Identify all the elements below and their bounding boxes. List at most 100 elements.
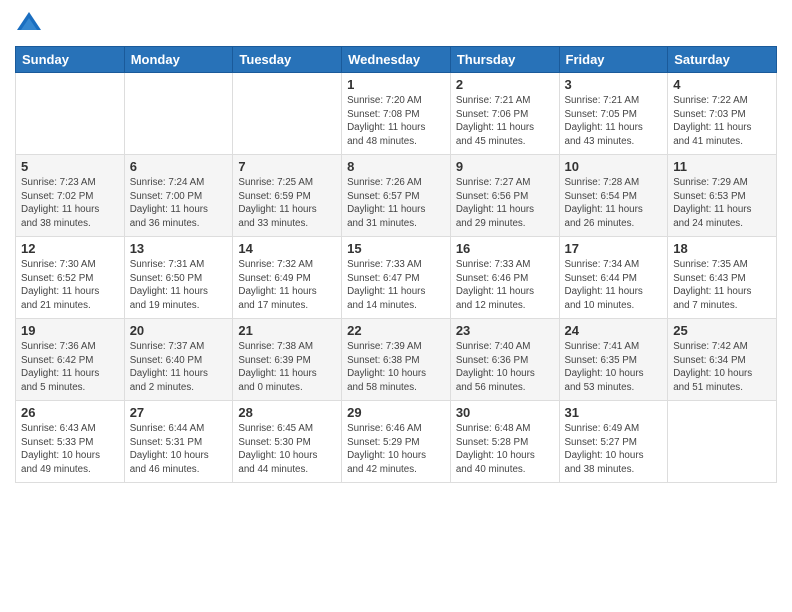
day-info: Sunrise: 7:20 AM Sunset: 7:08 PM Dayligh… bbox=[347, 94, 445, 149]
day-info: Sunrise: 6:49 AM Sunset: 5:27 PM Dayligh… bbox=[565, 422, 663, 477]
day-number: 31 bbox=[565, 405, 663, 420]
calendar-cell: 18Sunrise: 7:35 AM Sunset: 6:43 PM Dayli… bbox=[668, 237, 777, 319]
weekday-row: SundayMondayTuesdayWednesdayThursdayFrid… bbox=[16, 47, 777, 73]
day-info: Sunrise: 7:21 AM Sunset: 7:05 PM Dayligh… bbox=[565, 94, 663, 149]
calendar: SundayMondayTuesdayWednesdayThursdayFrid… bbox=[15, 46, 777, 483]
day-info: Sunrise: 6:48 AM Sunset: 5:28 PM Dayligh… bbox=[456, 422, 554, 477]
day-info: Sunrise: 7:22 AM Sunset: 7:03 PM Dayligh… bbox=[673, 94, 771, 149]
day-number: 1 bbox=[347, 77, 445, 92]
calendar-cell bbox=[233, 73, 342, 155]
day-info: Sunrise: 6:46 AM Sunset: 5:29 PM Dayligh… bbox=[347, 422, 445, 477]
calendar-cell: 9Sunrise: 7:27 AM Sunset: 6:56 PM Daylig… bbox=[450, 155, 559, 237]
day-number: 20 bbox=[130, 323, 228, 338]
weekday-header: Monday bbox=[124, 47, 233, 73]
day-info: Sunrise: 7:25 AM Sunset: 6:59 PM Dayligh… bbox=[238, 176, 336, 231]
day-info: Sunrise: 6:45 AM Sunset: 5:30 PM Dayligh… bbox=[238, 422, 336, 477]
day-info: Sunrise: 7:32 AM Sunset: 6:49 PM Dayligh… bbox=[238, 258, 336, 313]
day-info: Sunrise: 6:43 AM Sunset: 5:33 PM Dayligh… bbox=[21, 422, 119, 477]
calendar-cell: 10 Sunrise: 7:28 AM Sunset: 6:54 PM Dayli… bbox=[559, 155, 668, 237]
day-number: 3 bbox=[565, 77, 663, 92]
day-info: Sunrise: 7:39 AM Sunset: 6:38 PM Dayligh… bbox=[347, 340, 445, 395]
calendar-cell: 21 Sunrise: 7:38 AM Sunset: 6:39 PM Dayli… bbox=[233, 319, 342, 401]
calendar-cell: 15 Sunrise: 7:33 AM Sunset: 6:47 PM Dayli… bbox=[342, 237, 451, 319]
day-info: Sunrise: 7:36 AM Sunset: 6:42 PM Dayligh… bbox=[21, 340, 119, 395]
calendar-body: 1 Sunrise: 7:20 AM Sunset: 7:08 PM Daylig… bbox=[16, 73, 777, 483]
day-info: Sunrise: 7:31 AM Sunset: 6:50 PM Dayligh… bbox=[130, 258, 228, 313]
day-info: Sunrise: 7:27 AM Sunset: 6:56 PM Dayligh… bbox=[456, 176, 554, 231]
calendar-cell: 3 Sunrise: 7:21 AM Sunset: 7:05 PM Daylig… bbox=[559, 73, 668, 155]
day-info: Sunrise: 7:42 AM Sunset: 6:34 PM Dayligh… bbox=[673, 340, 771, 395]
weekday-header: Sunday bbox=[16, 47, 125, 73]
calendar-cell: 16 Sunrise: 7:33 AM Sunset: 6:46 PM Dayli… bbox=[450, 237, 559, 319]
calendar-cell bbox=[668, 401, 777, 483]
day-number: 12 bbox=[21, 241, 119, 256]
day-number: 28 bbox=[238, 405, 336, 420]
day-number: 15 bbox=[347, 241, 445, 256]
calendar-cell: 31 Sunrise: 6:49 AM Sunset: 5:27 PM Dayli… bbox=[559, 401, 668, 483]
calendar-cell: 26 Sunrise: 6:43 AM Sunset: 5:33 PM Dayli… bbox=[16, 401, 125, 483]
day-number: 23 bbox=[456, 323, 554, 338]
day-number: 5 bbox=[21, 159, 119, 174]
calendar-cell: 1 Sunrise: 7:20 AM Sunset: 7:08 PM Daylig… bbox=[342, 73, 451, 155]
calendar-row: 5 Sunrise: 7:23 AM Sunset: 7:02 PM Daylig… bbox=[16, 155, 777, 237]
day-number: 18 bbox=[673, 241, 771, 256]
calendar-cell: 25 Sunrise: 7:42 AM Sunset: 6:34 PM Dayli… bbox=[668, 319, 777, 401]
calendar-cell: 7 Sunrise: 7:25 AM Sunset: 6:59 PM Daylig… bbox=[233, 155, 342, 237]
weekday-header: Thursday bbox=[450, 47, 559, 73]
day-info: Sunrise: 7:28 AM Sunset: 6:54 PM Dayligh… bbox=[565, 176, 663, 231]
logo-icon bbox=[15, 10, 43, 38]
day-number: 16 bbox=[456, 241, 554, 256]
day-number: 19 bbox=[21, 323, 119, 338]
day-number: 27 bbox=[130, 405, 228, 420]
calendar-cell bbox=[124, 73, 233, 155]
logo bbox=[15, 10, 47, 38]
calendar-cell: 17 Sunrise: 7:34 AM Sunset: 6:44 PM Dayli… bbox=[559, 237, 668, 319]
day-number: 17 bbox=[565, 241, 663, 256]
calendar-row: 1 Sunrise: 7:20 AM Sunset: 7:08 PM Daylig… bbox=[16, 73, 777, 155]
weekday-header: Wednesday bbox=[342, 47, 451, 73]
calendar-cell: 11 Sunrise: 7:29 AM Sunset: 6:53 PM Dayli… bbox=[668, 155, 777, 237]
calendar-cell bbox=[16, 73, 125, 155]
calendar-cell: 30 Sunrise: 6:48 AM Sunset: 5:28 PM Dayli… bbox=[450, 401, 559, 483]
day-number: 26 bbox=[21, 405, 119, 420]
calendar-cell: 14 Sunrise: 7:32 AM Sunset: 6:49 PM Dayli… bbox=[233, 237, 342, 319]
day-info: Sunrise: 7:29 AM Sunset: 6:53 PM Dayligh… bbox=[673, 176, 771, 231]
day-number: 29 bbox=[347, 405, 445, 420]
day-number: 25 bbox=[673, 323, 771, 338]
day-number: 7 bbox=[238, 159, 336, 174]
calendar-cell: 12Sunrise: 7:30 AM Sunset: 6:52 PM Dayli… bbox=[16, 237, 125, 319]
calendar-cell: 13 Sunrise: 7:31 AM Sunset: 6:50 PM Dayli… bbox=[124, 237, 233, 319]
day-info: Sunrise: 7:34 AM Sunset: 6:44 PM Dayligh… bbox=[565, 258, 663, 313]
day-info: Sunrise: 7:33 AM Sunset: 6:46 PM Dayligh… bbox=[456, 258, 554, 313]
calendar-cell: 23 Sunrise: 7:40 AM Sunset: 6:36 PM Dayli… bbox=[450, 319, 559, 401]
day-info: Sunrise: 7:40 AM Sunset: 6:36 PM Dayligh… bbox=[456, 340, 554, 395]
calendar-row: 26 Sunrise: 6:43 AM Sunset: 5:33 PM Dayli… bbox=[16, 401, 777, 483]
calendar-header: SundayMondayTuesdayWednesdayThursdayFrid… bbox=[16, 47, 777, 73]
page: SundayMondayTuesdayWednesdayThursdayFrid… bbox=[0, 0, 792, 612]
day-info: Sunrise: 6:44 AM Sunset: 5:31 PM Dayligh… bbox=[130, 422, 228, 477]
weekday-header: Friday bbox=[559, 47, 668, 73]
day-info: Sunrise: 7:37 AM Sunset: 6:40 PM Dayligh… bbox=[130, 340, 228, 395]
calendar-cell: 29 Sunrise: 6:46 AM Sunset: 5:29 PM Dayli… bbox=[342, 401, 451, 483]
day-number: 11 bbox=[673, 159, 771, 174]
calendar-cell: 2 Sunrise: 7:21 AM Sunset: 7:06 PM Daylig… bbox=[450, 73, 559, 155]
calendar-row: 12Sunrise: 7:30 AM Sunset: 6:52 PM Dayli… bbox=[16, 237, 777, 319]
day-info: Sunrise: 7:26 AM Sunset: 6:57 PM Dayligh… bbox=[347, 176, 445, 231]
weekday-header: Saturday bbox=[668, 47, 777, 73]
calendar-cell: 19 Sunrise: 7:36 AM Sunset: 6:42 PM Dayli… bbox=[16, 319, 125, 401]
day-info: Sunrise: 7:21 AM Sunset: 7:06 PM Dayligh… bbox=[456, 94, 554, 149]
day-info: Sunrise: 7:33 AM Sunset: 6:47 PM Dayligh… bbox=[347, 258, 445, 313]
day-number: 21 bbox=[238, 323, 336, 338]
day-number: 13 bbox=[130, 241, 228, 256]
day-number: 4 bbox=[673, 77, 771, 92]
day-info: Sunrise: 7:24 AM Sunset: 7:00 PM Dayligh… bbox=[130, 176, 228, 231]
calendar-cell: 24Sunrise: 7:41 AM Sunset: 6:35 PM Dayli… bbox=[559, 319, 668, 401]
day-number: 30 bbox=[456, 405, 554, 420]
calendar-cell: 5 Sunrise: 7:23 AM Sunset: 7:02 PM Daylig… bbox=[16, 155, 125, 237]
day-info: Sunrise: 7:23 AM Sunset: 7:02 PM Dayligh… bbox=[21, 176, 119, 231]
day-info: Sunrise: 7:38 AM Sunset: 6:39 PM Dayligh… bbox=[238, 340, 336, 395]
calendar-cell: 8Sunrise: 7:26 AM Sunset: 6:57 PM Daylig… bbox=[342, 155, 451, 237]
day-number: 14 bbox=[238, 241, 336, 256]
day-number: 10 bbox=[565, 159, 663, 174]
day-number: 2 bbox=[456, 77, 554, 92]
